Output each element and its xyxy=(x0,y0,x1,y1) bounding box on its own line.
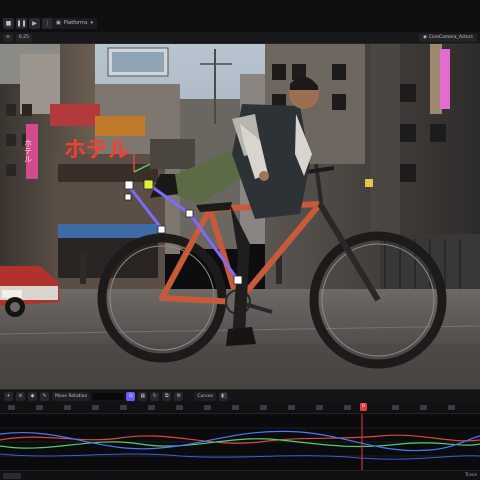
level-viewport[interactable]: ホテル ホテル xyxy=(0,44,480,389)
status-bar: Trace xyxy=(0,470,480,480)
rig-control-handle xyxy=(124,193,132,201)
rig-control-handle xyxy=(124,180,134,190)
snap-icon[interactable]: ⊙ xyxy=(126,391,136,401)
neon-sign-vertical-text: ホテル xyxy=(24,139,33,163)
play-controls: ■ ❚❚ ▶ ⋮ xyxy=(3,17,53,30)
main-toolbar: ■ ❚❚ ▶ ⋮ ▣ Platforms ▾ xyxy=(0,0,480,32)
rig-control-handle-selected xyxy=(143,179,154,190)
viewport-scene: ホテル ホテル xyxy=(0,44,480,389)
viewport-menu-icon[interactable]: ≡ xyxy=(3,34,13,42)
platforms-icon: ▣ xyxy=(56,20,61,26)
pen-icon[interactable]: ✎ xyxy=(40,391,49,401)
platforms-dropdown[interactable]: ▣ Platforms ▾ xyxy=(52,18,97,29)
add-track-icon[interactable]: + xyxy=(4,391,13,401)
trace-label[interactable]: Trace xyxy=(465,472,477,480)
scale-readout[interactable]: 0.25 xyxy=(15,34,32,42)
curve-graph xyxy=(0,414,480,470)
rig-control-handle xyxy=(185,209,194,218)
playhead-frame[interactable]: 0 xyxy=(360,403,367,411)
time-ruler[interactable]: 0 xyxy=(0,402,480,414)
view-icon[interactable]: ◧ xyxy=(218,391,228,401)
camera-label: CineCamera_Actors xyxy=(428,35,473,40)
camera-dropdown[interactable]: ◉ CineCamera_Actors xyxy=(418,34,477,42)
curve-blue xyxy=(0,430,480,452)
platforms-label: Platforms xyxy=(63,20,88,26)
play-icon[interactable]: ▶ xyxy=(29,18,40,29)
pause-icon[interactable]: ❚❚ xyxy=(16,18,27,29)
snap-field[interactable] xyxy=(93,392,124,400)
hotel-neon-sign: ホテル xyxy=(64,138,130,163)
curve-blue-2 xyxy=(0,453,480,460)
curve-editor[interactable] xyxy=(0,414,480,470)
rig-control-handle xyxy=(157,225,166,234)
link-icon[interactable]: ⧉ xyxy=(162,391,172,401)
camera-icon: ◉ xyxy=(422,35,427,40)
grid-icon[interactable]: ▦ xyxy=(138,391,148,401)
key-icon[interactable]: ◆ xyxy=(28,391,37,401)
status-indicator xyxy=(3,473,21,479)
loop-icon[interactable]: ↻ xyxy=(150,391,160,401)
filter-icon[interactable]: ≡ xyxy=(16,391,25,401)
curves-dropdown[interactable]: Curves xyxy=(194,391,216,401)
viewport-toolbar: ≡ 0.25 ◉ CineCamera_Actors xyxy=(0,32,480,44)
chevron-down-icon: ▾ xyxy=(90,20,93,26)
settings-icon[interactable]: ⚙ xyxy=(174,391,184,401)
mode-dropdown[interactable]: Move Rotation xyxy=(52,391,91,401)
sequencer-toolbar: + ≡ ◆ ✎ Move Rotation ⊙ ▦ ↻ ⧉ ⚙ Curves ◧ xyxy=(0,389,480,402)
rig-control-handle xyxy=(233,275,243,285)
stop-icon[interactable]: ■ xyxy=(3,18,14,29)
